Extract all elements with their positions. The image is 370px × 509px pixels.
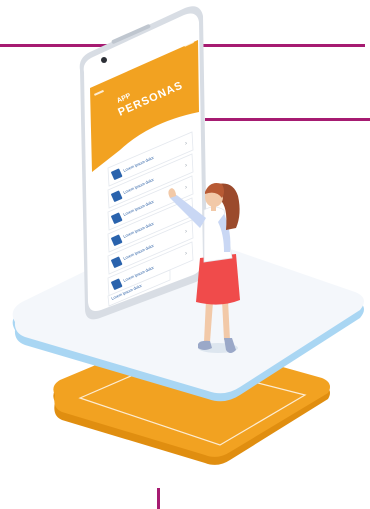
chevron-right-icon: › <box>185 185 187 191</box>
illustration-svg: APP PERSONAS Lorem ipsum dolor › Lorem i… <box>12 6 365 465</box>
chevron-right-icon: › <box>185 251 187 257</box>
chevron-right-icon: › <box>185 163 187 169</box>
illustration-scene: APP PERSONAS Lorem ipsum dolor › Lorem i… <box>0 0 370 509</box>
chevron-right-icon: › <box>185 141 187 147</box>
chevron-right-icon: › <box>185 229 187 235</box>
